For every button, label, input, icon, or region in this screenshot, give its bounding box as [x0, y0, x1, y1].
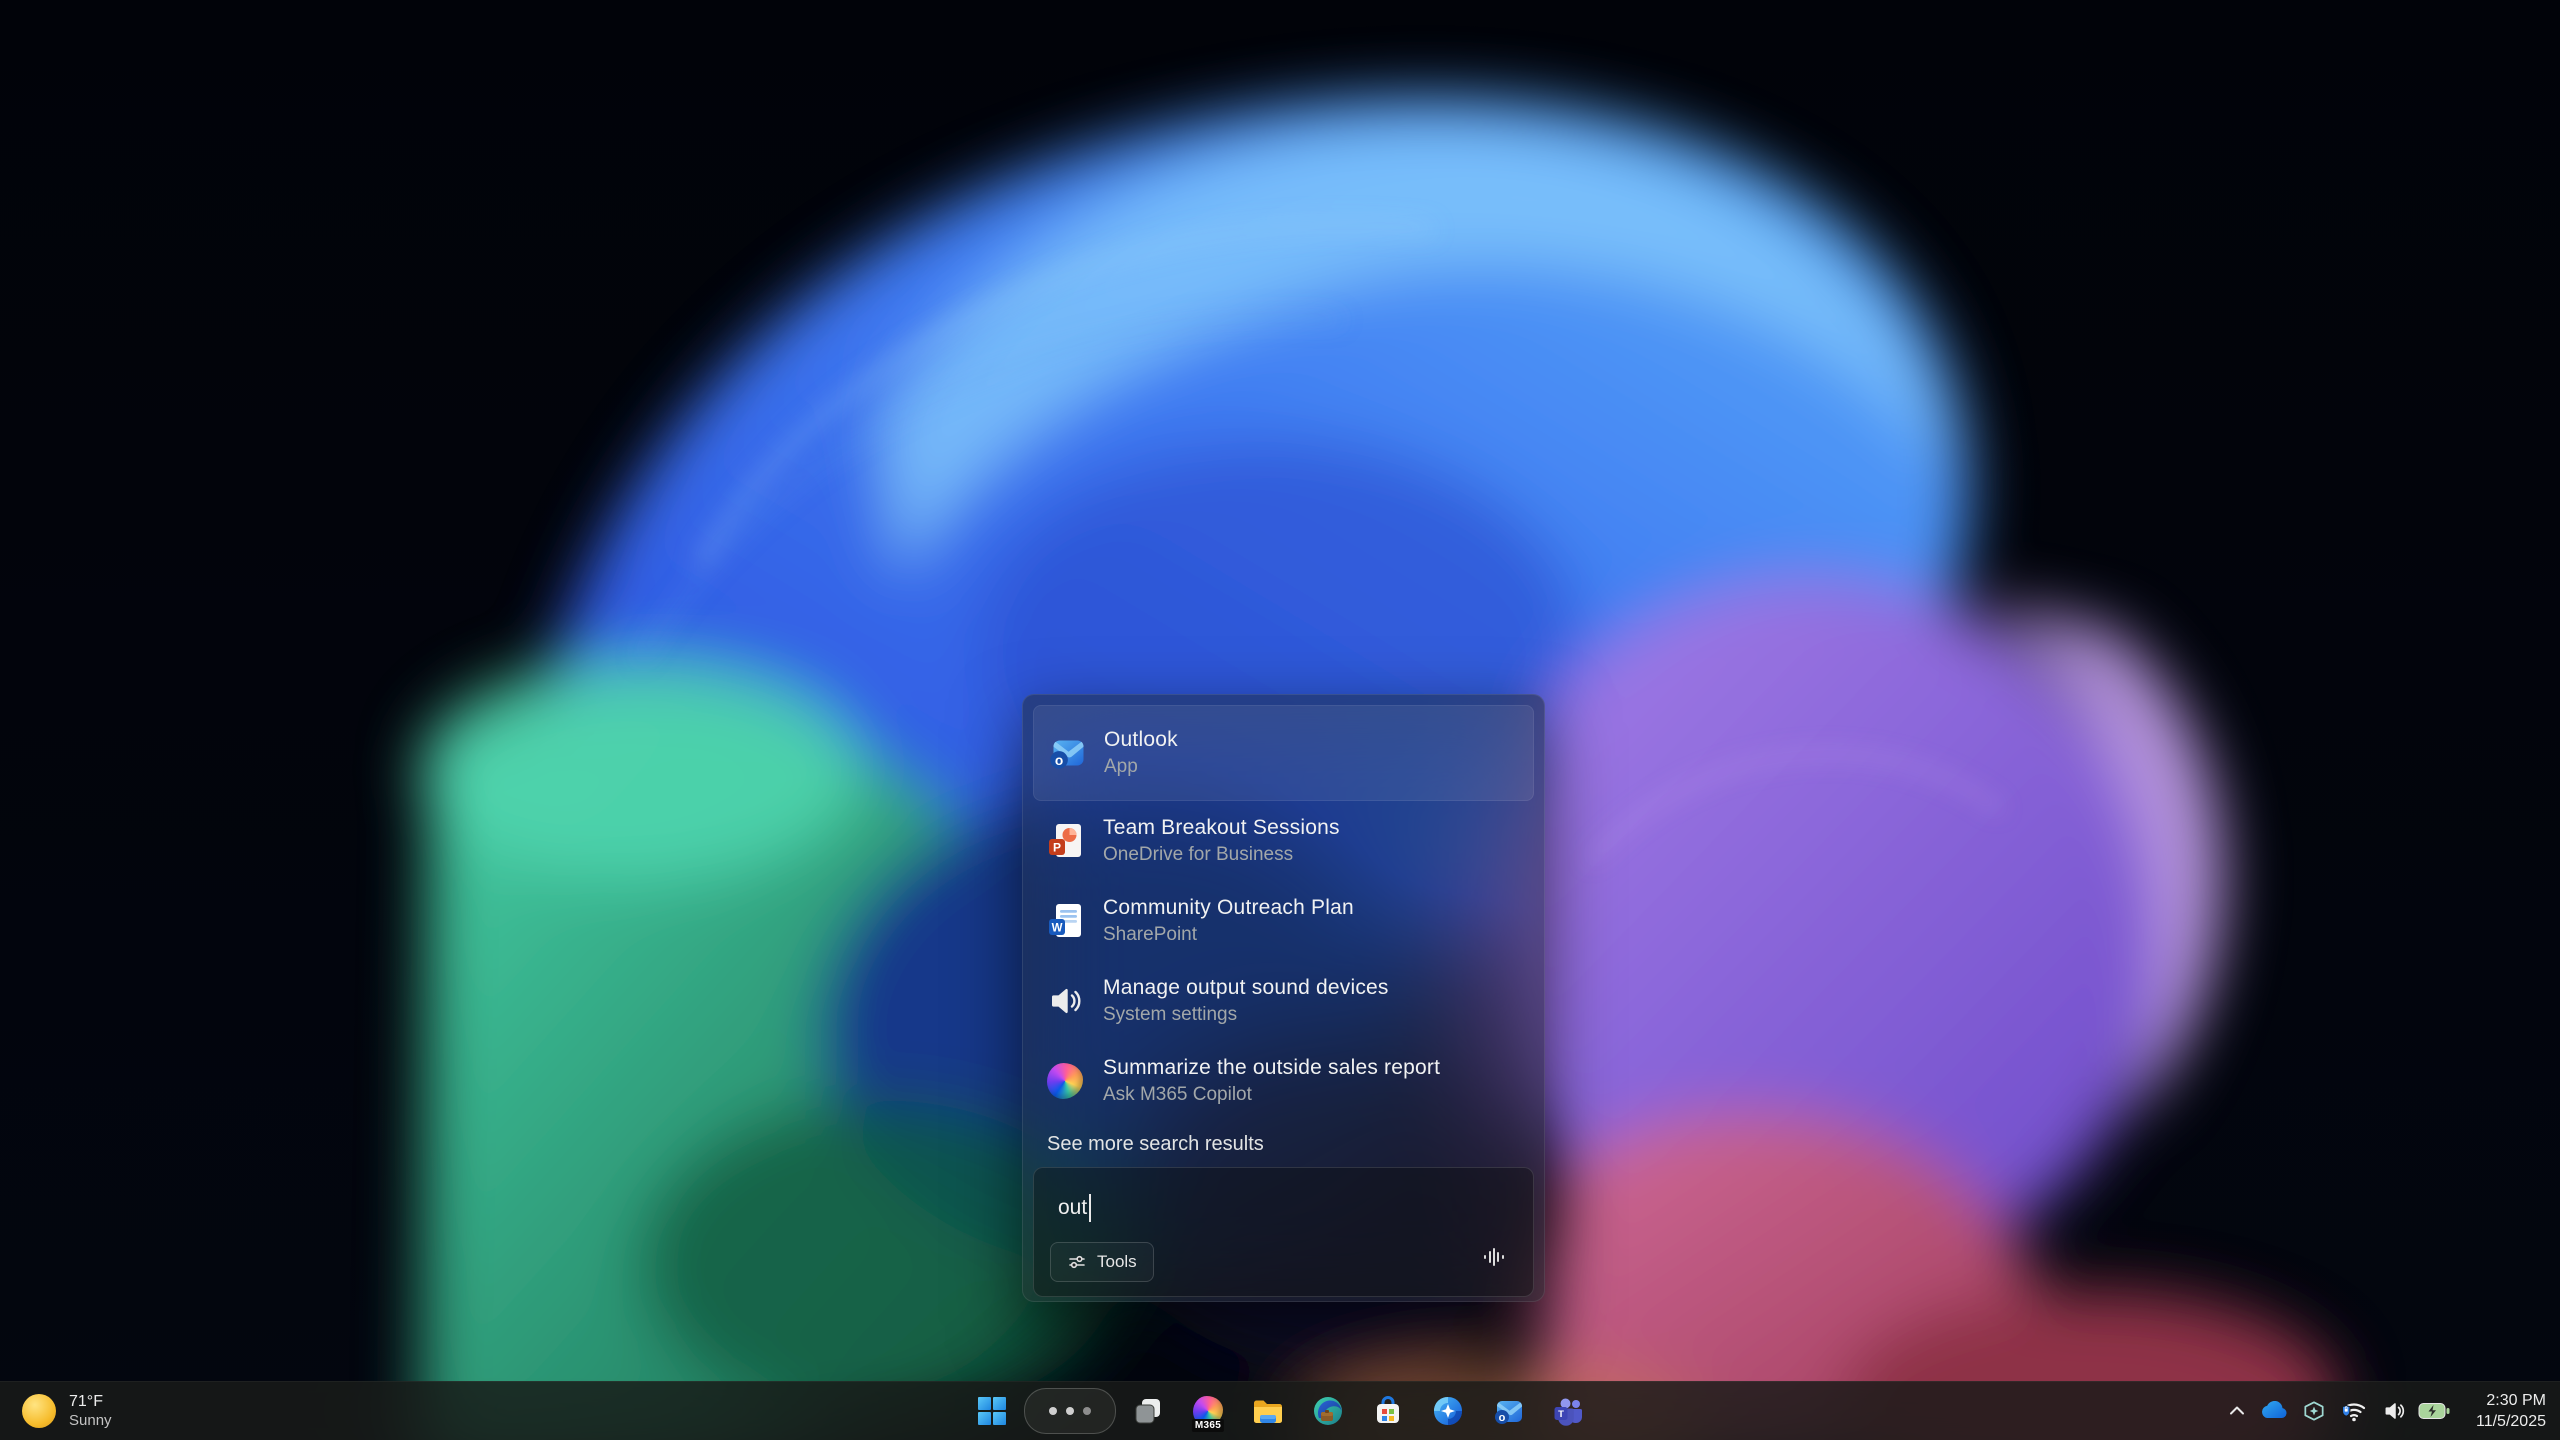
- battery-tray-button[interactable]: [2414, 1389, 2454, 1433]
- microsoft-365-app-icon: [1432, 1395, 1464, 1427]
- search-result-copilot-summarize[interactable]: Summarize the outside sales report Ask M…: [1033, 1041, 1534, 1121]
- wifi-secure-icon: [2340, 1398, 2368, 1424]
- m365-copilot-app-button[interactable]: M365: [1178, 1387, 1238, 1435]
- chevron-up-icon: [2227, 1401, 2247, 1421]
- weather-condition: Sunny: [69, 1411, 112, 1430]
- svg-text:T: T: [1558, 1409, 1564, 1420]
- clock-date: 11/5/2025: [2462, 1411, 2546, 1432]
- svg-text:P: P: [1053, 841, 1061, 855]
- word-file-icon: W: [1045, 901, 1085, 941]
- start-button[interactable]: [962, 1387, 1022, 1435]
- speaker-icon: [1045, 981, 1085, 1021]
- start-icon: [978, 1397, 1006, 1425]
- onedrive-tray-button[interactable]: [2254, 1389, 2294, 1433]
- taskbar-clock[interactable]: 2:30 PM 11/5/2025: [2462, 1390, 2546, 1432]
- see-more-search-results-link[interactable]: See more search results: [1033, 1121, 1534, 1167]
- tools-button[interactable]: Tools: [1050, 1242, 1154, 1282]
- voice-search-button[interactable]: [1477, 1240, 1511, 1274]
- voice-waveform-icon: [1481, 1244, 1507, 1270]
- result-title: Team Breakout Sessions: [1103, 816, 1340, 840]
- file-explorer-button[interactable]: [1238, 1387, 1298, 1435]
- microsoft-store-button[interactable]: [1358, 1387, 1418, 1435]
- search-result-community-outreach-plan[interactable]: W Community Outreach Plan SharePoint: [1033, 881, 1534, 961]
- studio-effects-tray-button[interactable]: [2294, 1389, 2334, 1433]
- system-tray: 2:30 PM 11/5/2025: [2220, 1382, 2560, 1440]
- search-input-text: out: [1058, 1194, 1091, 1222]
- tray-overflow-button[interactable]: [2220, 1389, 2254, 1433]
- onedrive-icon: [2259, 1401, 2289, 1421]
- result-title: Summarize the outside sales report: [1103, 1056, 1440, 1080]
- search-query-text: out: [1058, 1196, 1087, 1220]
- taskbar-center-icons: M365: [962, 1382, 1598, 1440]
- taskbar-search-box[interactable]: [1024, 1388, 1116, 1434]
- taskbar: 71°F Sunny: [0, 1381, 2560, 1440]
- svg-text:W: W: [1052, 923, 1063, 935]
- sun-icon: [22, 1394, 56, 1428]
- outlook-button[interactable]: o: [1478, 1387, 1538, 1435]
- studio-effects-icon: [2301, 1398, 2327, 1424]
- edge-business-icon: [1312, 1395, 1344, 1427]
- result-title: Manage output sound devices: [1103, 976, 1389, 1000]
- m365-badge: M365: [1192, 1419, 1224, 1432]
- result-subtitle: App: [1104, 756, 1178, 778]
- microsoft-365-app-button[interactable]: [1418, 1387, 1478, 1435]
- weather-temperature: 71°F: [69, 1392, 112, 1411]
- result-subtitle: SharePoint: [1103, 924, 1354, 946]
- outlook-icon: o: [1492, 1395, 1524, 1427]
- search-result-manage-output-sound-devices[interactable]: Manage output sound devices System setti…: [1033, 961, 1534, 1041]
- clock-time: 2:30 PM: [2462, 1390, 2546, 1411]
- search-input[interactable]: out Tools: [1033, 1167, 1534, 1297]
- search-result-team-breakout-sessions[interactable]: P Team Breakout Sessions OneDrive for Bu…: [1033, 801, 1534, 881]
- copilot-icon: [1045, 1061, 1085, 1101]
- teams-icon: T: [1552, 1395, 1584, 1427]
- powerpoint-file-icon: P: [1045, 821, 1085, 861]
- search-flyout-panel: o Outlook App P Team Breakout Sessions O…: [1022, 694, 1545, 1302]
- tools-button-label: Tools: [1097, 1252, 1137, 1272]
- sliders-icon: [1067, 1252, 1087, 1272]
- speaker-icon: [2381, 1398, 2407, 1424]
- task-view-icon: [1133, 1396, 1163, 1426]
- network-tray-button[interactable]: [2334, 1389, 2374, 1433]
- result-title: Outlook: [1104, 728, 1178, 752]
- microsoft-store-icon: [1372, 1395, 1404, 1427]
- volume-tray-button[interactable]: [2374, 1389, 2414, 1433]
- typing-dots-icon: [1049, 1407, 1091, 1415]
- svg-text:o: o: [1499, 1412, 1506, 1424]
- result-subtitle: OneDrive for Business: [1103, 844, 1340, 866]
- task-view-button[interactable]: [1118, 1387, 1178, 1435]
- teams-button[interactable]: T: [1538, 1387, 1598, 1435]
- outlook-app-icon: o: [1046, 733, 1086, 773]
- result-subtitle: Ask M365 Copilot: [1103, 1084, 1440, 1106]
- text-cursor: [1089, 1194, 1091, 1222]
- search-result-outlook[interactable]: o Outlook App: [1033, 705, 1534, 801]
- result-title: Community Outreach Plan: [1103, 896, 1354, 920]
- edge-browser-button[interactable]: [1298, 1387, 1358, 1435]
- file-explorer-icon: [1252, 1395, 1284, 1427]
- svg-text:o: o: [1055, 753, 1063, 768]
- battery-charging-icon: [2418, 1402, 2450, 1420]
- result-subtitle: System settings: [1103, 1004, 1389, 1026]
- weather-widget[interactable]: 71°F Sunny: [10, 1382, 124, 1440]
